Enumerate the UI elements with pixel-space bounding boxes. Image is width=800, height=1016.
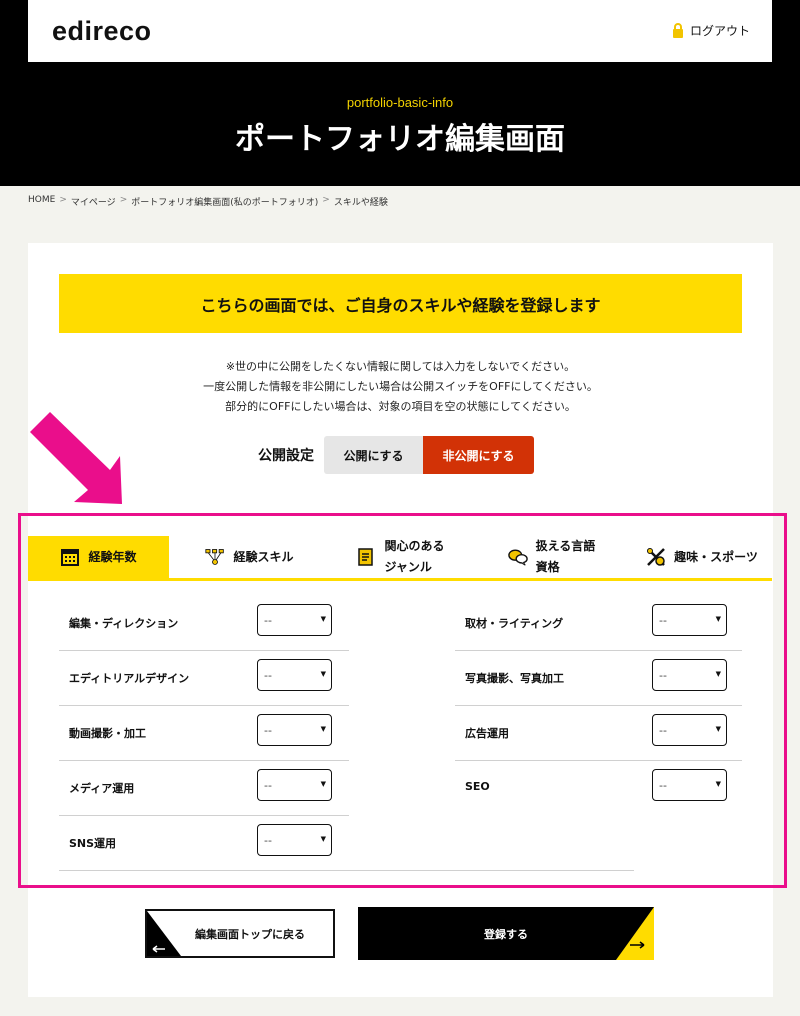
privacy-setting: 公開設定 公開にする 非公開にする	[258, 436, 534, 474]
breadcrumb-current: スキルや経験	[333, 198, 388, 208]
logout-label: ログアウト	[689, 24, 750, 38]
breadcrumb-mypage[interactable]: マイページ	[71, 195, 116, 208]
private-button[interactable]: 非公開にする	[423, 436, 534, 474]
back-button-label: 編集画面トップに戻る	[195, 927, 305, 941]
instruction-banner: こちらの画面では、ご自身のスキルや経験を登録します	[59, 274, 742, 333]
note-line: ※世の中に公開をしたくない情報に関しては入力をしないでください。	[225, 360, 576, 373]
forward-arrow-icon	[616, 907, 654, 960]
submit-button-label: 登録する	[484, 927, 528, 941]
notes: ※世の中に公開をしたくない情報に関しては入力をしないでください。 一度公開した情…	[28, 357, 773, 417]
breadcrumb-separator: >	[322, 195, 330, 205]
submit-button[interactable]: 登録する	[358, 907, 654, 960]
lock-icon	[672, 23, 683, 38]
privacy-label: 公開設定	[258, 448, 314, 464]
page-title: ポートフォリオ編集画面	[235, 122, 565, 157]
breadcrumb-home[interactable]: HOME	[28, 195, 55, 208]
highlight-frame	[18, 513, 787, 888]
back-to-edit-top-button[interactable]: 編集画面トップに戻る	[145, 909, 335, 958]
public-button[interactable]: 公開にする	[324, 436, 423, 474]
logout-link[interactable]: ログアウト	[672, 22, 750, 39]
breadcrumb-separator: >	[59, 195, 67, 205]
note-line: 一度公開した情報を非公開にしたい場合は公開スイッチをOFFにしてください。	[203, 380, 598, 393]
pink-arrow-icon	[30, 412, 122, 504]
breadcrumb-portfolio[interactable]: ポートフォリオ編集画面(私のポートフォリオ)	[131, 195, 318, 208]
logo-text: edireco	[52, 16, 152, 46]
site-logo[interactable]: edireco	[52, 16, 152, 47]
note-line: 部分的にOFFにしたい場合は、対象の項目を空の状態にしてください。	[225, 400, 576, 413]
header-bar: edireco ログアウト	[28, 0, 772, 62]
back-arrow-icon	[147, 911, 181, 956]
hero-subtitle: portfolio-basic-info	[346, 95, 454, 110]
breadcrumb-separator: >	[119, 195, 128, 205]
breadcrumb: HOME > マイページ > ポートフォリオ編集画面(私のポートフォリオ) > …	[28, 195, 388, 208]
